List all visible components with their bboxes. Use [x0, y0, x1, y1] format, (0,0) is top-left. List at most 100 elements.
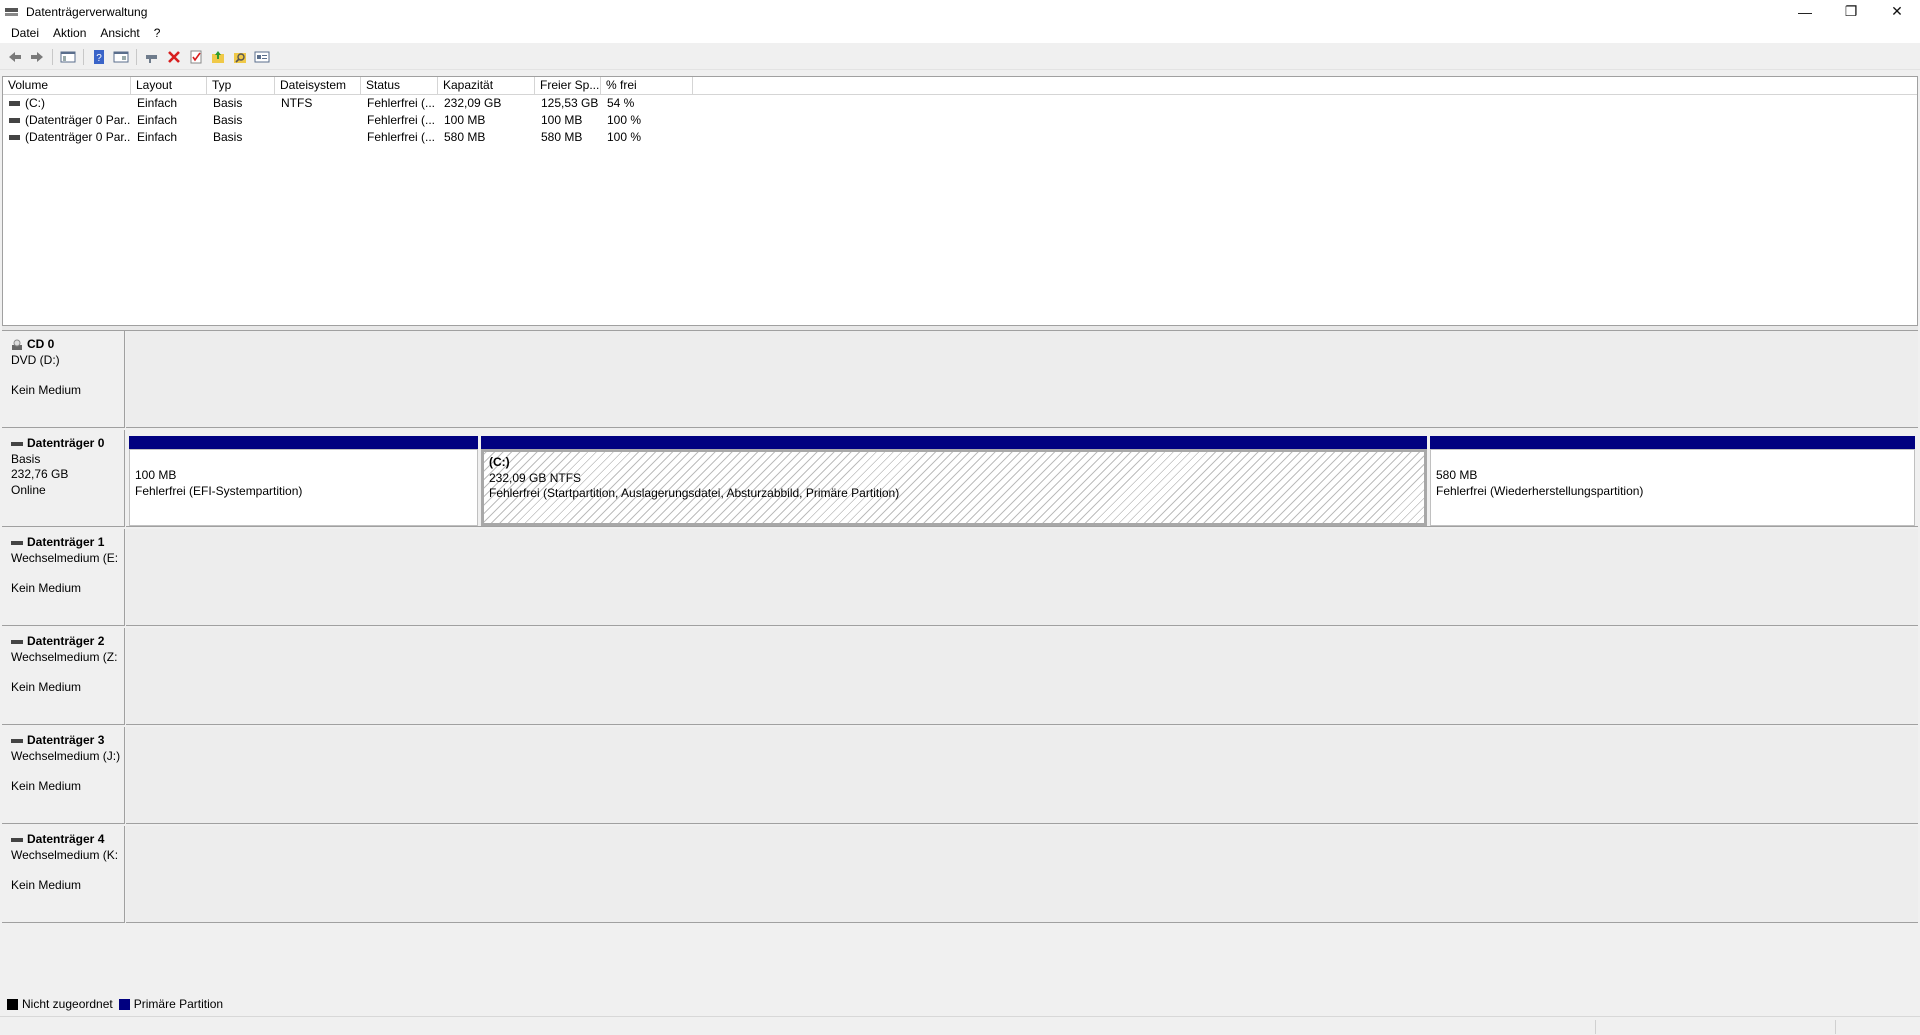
freier-speicher-cell: 100 MB — [541, 113, 583, 127]
disk-label[interactable]: Datenträger 2 Wechselmedium (Z: Kein Med… — [2, 628, 125, 725]
legend: Nicht zugeordnet Primäre Partition — [2, 994, 1918, 1014]
kapazitaet-cell: 232,09 GB — [444, 96, 502, 110]
disk-icon — [11, 540, 23, 545]
dateisystem-cell: NTFS — [281, 96, 313, 110]
partition-efi[interactable]: 100 MB Fehlerfrei (EFI-Systempartition) — [129, 436, 478, 526]
toolbar-separator — [136, 48, 137, 65]
menu-datei[interactable]: Datei — [4, 26, 46, 40]
column-kapazitaet[interactable]: Kapazität — [438, 77, 535, 94]
disk-name: CD 0 — [27, 337, 55, 351]
folder-up-icon[interactable] — [207, 46, 229, 68]
disk-name: Datenträger 1 — [27, 535, 105, 549]
disk-label[interactable]: Datenträger 1 Wechselmedium (E: Kein Med… — [2, 529, 125, 626]
volume-cell: (C:) — [3, 95, 131, 112]
partition-body: 580 MB Fehlerfrei (Wiederherstellungspar… — [1430, 449, 1915, 526]
column-layout[interactable]: Layout — [131, 77, 207, 94]
delete-icon[interactable] — [163, 46, 185, 68]
disk-content-area[interactable] — [126, 331, 1918, 428]
kapazitaet-cell: 580 MB — [444, 130, 486, 144]
disk-0[interactable]: Datenträger 0 Basis 232,76 GB Online 100… — [2, 430, 1918, 529]
disk-icon — [11, 639, 23, 644]
disk-name: Datenträger 3 — [27, 733, 105, 747]
partition-size: 100 MB — [135, 468, 177, 482]
check-icon[interactable] — [185, 46, 207, 68]
properties-icon[interactable] — [110, 46, 132, 68]
partition-status: Fehlerfrei (Startpartition, Auslagerungs… — [489, 486, 900, 500]
disk-2[interactable]: Datenträger 2 Wechselmedium (Z: Kein Med… — [2, 628, 1918, 727]
close-button[interactable]: ✕ — [1874, 0, 1920, 23]
partition-size: 232,09 GB NTFS — [489, 470, 582, 485]
table-row[interactable]: (C:) Einfach Basis NTFS Fehlerfrei (... … — [3, 95, 1917, 112]
cd-drive-icon — [12, 339, 22, 350]
disk-type: Wechselmedium (K: — [11, 847, 119, 862]
disk-label[interactable]: CD 0 DVD (D:) Kein Medium — [2, 331, 125, 428]
partition-c[interactable]: (C:) 232,09 GB NTFS Fehlerfrei (Startpar… — [481, 436, 1427, 526]
table-row[interactable]: (Datenträger 0 Par... Einfach Basis Fehl… — [3, 129, 1917, 146]
menu-aktion[interactable]: Aktion — [46, 26, 93, 40]
disk-1[interactable]: Datenträger 1 Wechselmedium (E: Kein Med… — [2, 529, 1918, 628]
disk-content-area[interactable] — [126, 727, 1918, 824]
disk-label[interactable]: Datenträger 4 Wechselmedium (K: Kein Med… — [2, 826, 125, 923]
prozent-frei-cell: 100 % — [607, 113, 642, 127]
folder-search-icon[interactable] — [229, 46, 251, 68]
kapazitaet-cell: 100 MB — [444, 113, 486, 127]
back-icon[interactable] — [4, 46, 26, 68]
legend-item-primary: Primäre Partition — [118, 997, 223, 1011]
disk-content-area[interactable] — [126, 826, 1918, 923]
primary-partition-bar — [481, 436, 1427, 449]
column-volume[interactable]: Volume — [3, 77, 131, 94]
partition-recovery[interactable]: 580 MB Fehlerfrei (Wiederherstellungspar… — [1430, 436, 1915, 526]
menu-ansicht[interactable]: Ansicht — [93, 26, 146, 40]
menu-bar: Datei Aktion Ansicht ? — [0, 23, 1920, 43]
disk-4[interactable]: Datenträger 4 Wechselmedium (K: Kein Med… — [2, 826, 1918, 925]
disk-content-area: 100 MB Fehlerfrei (EFI-Systempartition) … — [126, 430, 1918, 527]
volume-list: Volume Layout Typ Dateisystem Status Kap… — [2, 76, 1918, 326]
column-dateisystem[interactable]: Dateisystem — [275, 77, 361, 94]
disk-type: DVD (D:) — [11, 352, 60, 367]
column-status[interactable]: Status — [361, 77, 438, 94]
disk-content-area[interactable] — [126, 529, 1918, 626]
legend-swatch — [118, 998, 130, 1010]
partition-body: (C:) 232,09 GB NTFS Fehlerfrei (Startpar… — [481, 449, 1427, 526]
disk-status: Kein Medium — [11, 878, 82, 892]
partition-name: (C:) — [489, 455, 510, 469]
table-row[interactable]: (Datenträger 0 Par... Einfach Basis Fehl… — [3, 112, 1917, 129]
column-typ[interactable]: Typ — [207, 77, 275, 94]
forward-icon[interactable] — [26, 46, 48, 68]
disk-label[interactable]: Datenträger 0 Basis 232,76 GB Online — [2, 430, 125, 527]
column-freier-speicher[interactable]: Freier Sp... — [535, 77, 601, 94]
legend-item-unallocated: Nicht zugeordnet — [7, 997, 113, 1011]
menu-help[interactable]: ? — [147, 26, 168, 40]
disk-icon — [11, 837, 23, 842]
disk-type: Wechselmedium (E: — [11, 550, 119, 565]
disk-label[interactable]: Datenträger 3 Wechselmedium (J:) Kein Me… — [2, 727, 125, 824]
console-tree-icon[interactable] — [57, 46, 79, 68]
disk-content-area[interactable] — [126, 628, 1918, 725]
help-icon[interactable]: ? — [88, 46, 110, 68]
toolbar-separator — [83, 48, 84, 65]
prozent-frei-cell: 54 % — [607, 96, 635, 110]
minimize-button[interactable]: — — [1782, 0, 1828, 23]
disk-name: Datenträger 0 — [27, 436, 105, 450]
svg-text:?: ? — [96, 53, 102, 64]
disk-type: Basis — [11, 451, 41, 466]
restore-button[interactable]: ❐ — [1828, 0, 1874, 23]
column-prozent-frei[interactable]: % frei — [601, 77, 693, 94]
layout-cell: Einfach — [137, 113, 178, 127]
volume-icon — [9, 101, 20, 107]
disk-status: Online — [11, 482, 46, 497]
disk-management-app-icon — [4, 6, 20, 18]
title-bar: Datenträgerverwaltung — ❐ ✕ — [0, 0, 1920, 23]
prozent-frei-cell: 100 % — [607, 130, 642, 144]
typ-cell: Basis — [213, 130, 243, 144]
view-icon[interactable] — [251, 46, 273, 68]
disk-cd0[interactable]: CD 0 DVD (D:) Kein Medium — [2, 331, 1918, 430]
disk-status: Kein Medium — [11, 383, 82, 397]
connect-icon[interactable] — [141, 46, 163, 68]
volume-name: (C:) — [25, 96, 45, 110]
volume-list-header: Volume Layout Typ Dateisystem Status Kap… — [3, 77, 1917, 95]
disk-3[interactable]: Datenträger 3 Wechselmedium (J:) Kein Me… — [2, 727, 1918, 826]
disk-icon — [11, 738, 23, 743]
freier-speicher-cell: 125,53 GB — [541, 96, 599, 110]
disk-size: 232,76 GB — [11, 467, 69, 481]
